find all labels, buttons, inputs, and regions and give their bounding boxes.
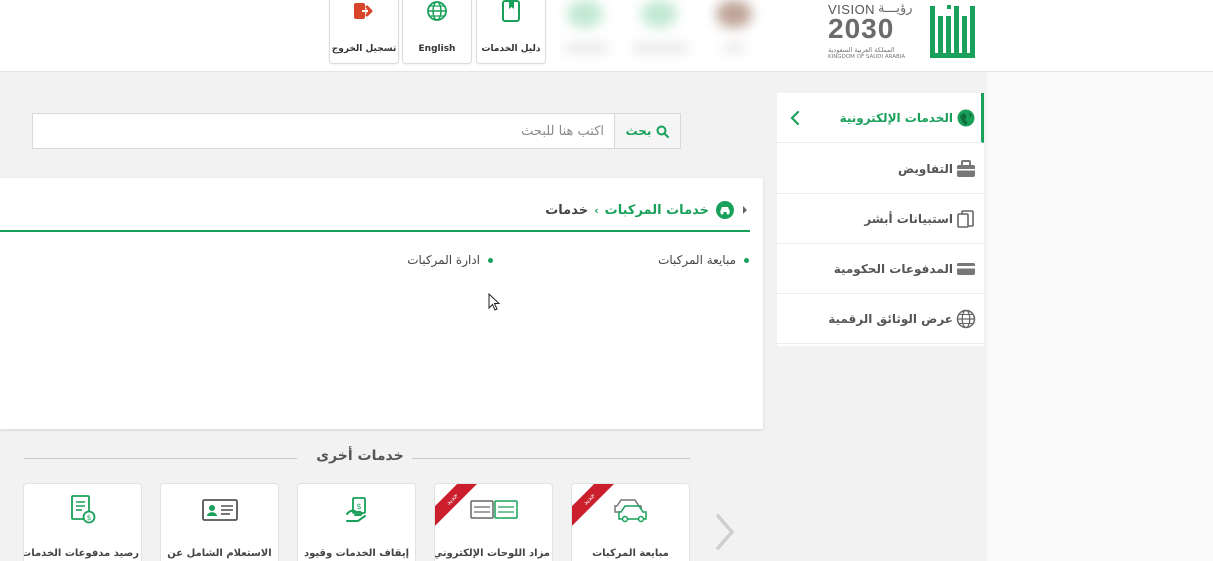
search-button[interactable]: بحث [614,114,680,148]
globe-icon [956,309,976,329]
absher-logo [926,2,980,62]
sidebar-item-e-services[interactable]: الخدمات الإلكترونية [777,93,984,143]
documents-icon [956,209,976,229]
sidebar-item-digital-docs[interactable]: عرض الوثائق الرقمية [777,294,984,344]
book-icon [477,0,545,22]
service-card-label: رصيد مدفوعات الخدمات [23,548,139,559]
sidebar-item-label: عرض الوثائق الرقمية [828,311,953,326]
sidebar-item-delegations[interactable]: التفاويض [777,144,984,194]
service-card-comprehensive-inquiry[interactable]: الاستعلام الشامل عن [160,483,279,561]
breadcrumb: خدمات المركبات › خدمات [545,200,749,220]
breadcrumb-separator: › [594,203,599,217]
other-services-title: خدمات أخرى [316,448,404,464]
sidebar: الخدمات الإلكترونية التفاويض استبيانات أ… [777,93,984,346]
vision-2030-logo: VISION رؤيـــة 2030 المملكة العربية السع… [828,1,913,60]
panel-divider [0,230,750,232]
credit-card-icon [956,259,976,279]
id-card-icon [161,494,278,526]
services-panel: خدمات المركبات › خدمات مبايعة المركبات ا… [0,178,763,429]
logout-button[interactable]: تسجيل الخروج [329,0,399,64]
english-button[interactable]: English [402,0,472,64]
right-background [987,72,1213,561]
vehicle-service-icon [716,201,734,219]
bullet-dot [744,257,749,263]
service-card-vehicle-sale[interactable]: جديد مبايعة المركبات [571,483,690,561]
sidebar-item-label: التفاويض [898,161,953,176]
services-guide-label: دليل الخدمات [481,44,541,54]
svg-text:$: $ [356,502,361,511]
service-card-label: مبايعة المركبات [592,548,669,559]
service-card-stop-services[interactable]: $ إيقاف الخدمات وقيود [297,483,416,561]
globe-map-icon [956,108,976,128]
sidebar-item-label: الخدمات الإلكترونية [839,110,953,125]
cars-icon [572,494,689,526]
service-link-label: ادارة المركبات [407,253,480,267]
divider-line [412,458,690,459]
caret-right-icon[interactable] [741,205,749,215]
search-input[interactable] [33,114,614,148]
breadcrumb-services[interactable]: خدمات [545,203,588,218]
hand-document-icon: $ [298,494,415,526]
services-guide-button[interactable]: دليل الخدمات [476,0,546,64]
top-header: دليل الخدمات English تسجيل الخروج VISION… [0,0,1213,72]
service-link-label: مبايعة المركبات [658,253,736,267]
logout-icon [330,0,398,22]
divider-line [24,458,297,459]
service-card-plates-auction[interactable]: جديد مزاد اللوحات الإلكتروني [434,483,553,561]
mouse-cursor-icon [488,293,501,311]
sidebar-item-label: المدفوعات الحكومية [833,261,953,276]
search-bar: بحث [32,113,681,149]
service-link-vehicle-sale[interactable]: مبايعة المركبات [658,253,749,267]
sidebar-item-surveys[interactable]: استبيانات أبشر [777,194,984,244]
service-link-vehicle-management[interactable]: ادارة المركبات [407,253,493,267]
sidebar-item-label: استبيانات أبشر [864,211,953,226]
sidebar-item-gov-payments[interactable]: المدفوعات الحكومية [777,244,984,294]
breadcrumb-vehicle-services[interactable]: خدمات المركبات [605,203,709,218]
search-button-label: بحث [625,124,652,138]
logout-label: تسجيل الخروج [331,44,397,54]
bullet-dot [488,257,493,263]
search-icon [656,125,670,138]
svg-text:$: $ [86,514,90,522]
chevron-left-icon[interactable] [787,109,803,127]
globe-icon [403,0,471,22]
carousel-next-chevron-icon[interactable] [708,512,740,552]
service-card-payments-balance[interactable]: $ رصيد مدفوعات الخدمات [23,483,142,561]
invoice-icon: $ [24,494,141,526]
english-label: English [418,44,456,54]
service-card-label: مزاد اللوحات الإلكتروني [434,548,550,559]
license-plates-icon [435,494,552,526]
briefcase-icon [956,159,976,179]
service-card-label: إيقاف الخدمات وقيود [303,548,410,559]
service-card-label: الاستعلام الشامل عن [167,548,272,559]
